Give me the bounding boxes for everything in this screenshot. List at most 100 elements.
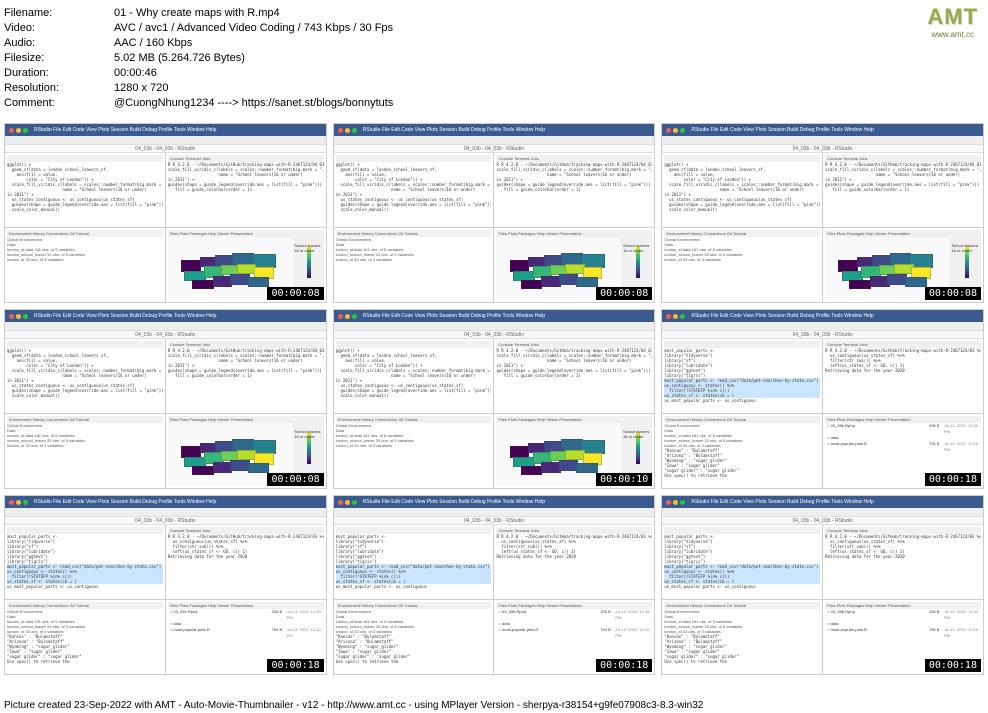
menubar-text: RStudio File Edit Code View Plots Sessio… <box>691 499 873 505</box>
info-row: Comment:@CuongNhung1234 ----> https://sa… <box>4 96 984 111</box>
console-pane-tabs: Console Terminal Jobs <box>496 341 652 348</box>
timestamp-badge: 00:00:08 <box>267 473 323 486</box>
legend-title: School leavers16 or under <box>294 429 320 439</box>
console-pane-tabs: Console Terminal Jobs <box>496 155 652 162</box>
rstudio-menubar: RStudio File Edit Code View Plots Sessio… <box>5 310 326 322</box>
console-pane: Console Terminal JobsR R 4.2.0 - ~/Docum… <box>823 153 983 227</box>
minimize-icon <box>16 314 21 319</box>
env-line: london_sf 33 obs. of 3 variables <box>664 257 820 262</box>
env-pane: Environment History Connections Git Tuto… <box>5 600 165 674</box>
info-row: Resolution:1280 x 720 <box>4 81 984 96</box>
env-pane-tabs: Environment History Connections Git Tuto… <box>336 416 492 423</box>
plot-pane-tabs: Files Plots Packages Help Viewer Present… <box>496 230 652 237</box>
video-thumbnail[interactable]: RStudio File Edit Code View Plots Sessio… <box>4 309 327 489</box>
info-value: AAC / 160 Kbps <box>114 36 192 51</box>
maximize-icon <box>352 500 357 505</box>
plot-pane-tabs: Files Plots Packages Help Viewer Present… <box>825 230 981 237</box>
timestamp-badge: 00:00:18 <box>267 659 323 672</box>
video-thumbnail[interactable]: RStudio File Edit Code View Plots Sessio… <box>661 495 984 675</box>
console-pane: Console Terminal JobsR R 4.2.0 - ~/Docum… <box>166 525 326 599</box>
video-thumbnail[interactable]: RStudio File Edit Code View Plots Sessio… <box>661 123 984 303</box>
env-pane: Environment History Connections Git Tuto… <box>662 414 822 488</box>
files-pane-tabs: Files Plots Packages Help Viewer Present… <box>496 602 652 609</box>
source-pane: most_popular_parts <-library("tidyverse"… <box>662 339 822 413</box>
info-row: Filesize:5.02 MB (5.264.726 Bytes) <box>4 51 984 66</box>
console-pane-tabs: Console Terminal Jobs <box>825 527 981 534</box>
minimize-icon <box>345 500 350 505</box>
json-line: Use spec() to retrieve the <box>7 659 163 664</box>
env-pane: Environment History Connections Git Tuto… <box>662 600 822 674</box>
minimize-icon <box>16 500 21 505</box>
maximize-icon <box>680 500 685 505</box>
rstudio-toolbar <box>334 508 655 517</box>
files-pane-tabs: Files Plots Packages Help Viewer Present… <box>168 602 324 609</box>
close-icon <box>338 314 343 319</box>
rstudio-titlebar: 04_03b - 04_03b - RStudio <box>5 517 326 525</box>
rstudio-menubar: RStudio File Edit Code View Plots Sessio… <box>334 124 655 136</box>
video-thumbnail[interactable]: RStudio File Edit Code View Plots Sessio… <box>333 123 656 303</box>
file-row: ○ 03_05b.Rproj205 BJul 13, 2022, 12:39 P… <box>825 423 981 435</box>
plot-pane-tabs: Files Plots Packages Help Viewer Present… <box>168 230 324 237</box>
env-pane-tabs: Environment History Connections Git Tuto… <box>7 602 163 609</box>
code-line: us_most_popular_parts <- us_contiguous <box>7 584 163 589</box>
rstudio-toolbar <box>662 322 983 331</box>
env-pane: Environment History Connections Git Tuto… <box>5 228 165 302</box>
legend-title: School leavers16 or under <box>294 243 320 253</box>
file-row: ○ 03_05b.Rproj205 BJul 13, 2022, 12:39 P… <box>496 609 652 621</box>
json-line: Use spec() to retrieve the <box>664 659 820 664</box>
video-thumbnail[interactable]: RStudio File Edit Code View Plots Sessio… <box>333 309 656 489</box>
env-line: london_sf 33 obs. of 3 variables <box>7 443 163 448</box>
video-thumbnail[interactable]: RStudio File Edit Code View Plots Sessio… <box>4 495 327 675</box>
maximize-icon <box>352 314 357 319</box>
code-line: scale_color_manual() <box>664 207 820 212</box>
source-pane: most_popular_parts <-library("tidyverse"… <box>662 525 822 599</box>
video-thumbnail[interactable]: RStudio File Edit Code View Plots Sessio… <box>4 123 327 303</box>
info-value: 01 - Why create maps with R.mp4 <box>114 6 280 21</box>
file-row: ○ most-popular-pets.R794 BJul 13, 2022, … <box>825 627 981 639</box>
video-thumbnail[interactable]: RStudio File Edit Code View Plots Sessio… <box>333 495 656 675</box>
file-info-header: AMT www.amt.cc Filename:01 - Why create … <box>0 0 988 123</box>
source-pane: ggplot() + geom_sf(data = london_school_… <box>334 339 494 413</box>
file-row: ○ most-popular-pets.R794 BJul 13, 2022, … <box>825 441 981 453</box>
env-pane: Environment History Connections Git Tuto… <box>334 228 494 302</box>
file-row: ○ 03_05b.Rproj205 BJul 13, 2022, 12:39 P… <box>168 609 324 621</box>
console-pane: Console Terminal JobsR R 4.2.0 - ~/Docum… <box>166 339 326 413</box>
source-pane-tabs <box>664 155 820 162</box>
info-label: Filename: <box>4 6 114 21</box>
code-line: scale_color_manual() <box>336 393 492 398</box>
console-line: fill = guide_colorbar(order = 1) <box>496 187 652 192</box>
file-row: ○ most-popular-pets.R794 BJul 13, 2022, … <box>496 627 652 639</box>
info-label: Duration: <box>4 66 114 81</box>
code-line: name = "School leavers(16 or under) in 2… <box>7 187 163 197</box>
info-row: Audio:AAC / 160 Kbps <box>4 36 984 51</box>
logo-text: AMT <box>927 4 978 30</box>
minimize-icon <box>16 128 21 133</box>
source-pane-tabs <box>664 527 820 534</box>
plot-pane-tabs: Files Plots Packages Help Viewer Present… <box>496 416 652 423</box>
legend-title: School leavers16 or under <box>623 243 649 253</box>
env-pane: Environment History Connections Git Tuto… <box>334 600 494 674</box>
source-pane-tabs <box>7 527 163 534</box>
menubar-text: RStudio File Edit Code View Plots Sessio… <box>363 313 545 319</box>
timestamp-badge: 00:00:08 <box>925 287 981 300</box>
close-icon <box>338 128 343 133</box>
rstudio-menubar: RStudio File Edit Code View Plots Sessio… <box>5 124 326 136</box>
source-pane-tabs <box>336 527 492 534</box>
video-thumbnail[interactable]: RStudio File Edit Code View Plots Sessio… <box>661 309 984 489</box>
console-line: fill = guide_colorbar(order = 1) <box>825 187 981 192</box>
info-label: Comment: <box>4 96 114 111</box>
console-pane: Console Terminal JobsR R 4.2.0 - ~/Docum… <box>166 153 326 227</box>
info-label: Filesize: <box>4 51 114 66</box>
env-pane: Environment History Connections Git Tuto… <box>5 414 165 488</box>
env-pane: Environment History Connections Git Tuto… <box>662 228 822 302</box>
timestamp-badge: 00:00:08 <box>596 287 652 300</box>
files-pane-tabs: Files Plots Packages Help Viewer Present… <box>825 416 981 423</box>
env-pane-tabs: Environment History Connections Git Tuto… <box>664 230 820 237</box>
rstudio-titlebar: 04_03b - 04_03b - RStudio <box>662 331 983 339</box>
timestamp-badge: 00:00:18 <box>596 659 652 672</box>
code-line: name = "School leavers(16 or under) in 2… <box>7 373 163 383</box>
console-pane-tabs: Console Terminal Jobs <box>168 527 324 534</box>
menubar-text: RStudio File Edit Code View Plots Sessio… <box>691 127 873 133</box>
console-line: Retrieving data for the year 2020 <box>825 368 981 373</box>
info-label: Audio: <box>4 36 114 51</box>
